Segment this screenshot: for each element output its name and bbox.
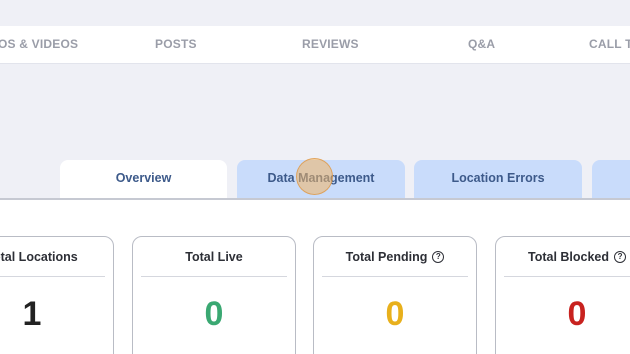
card-title: Total Live (141, 237, 287, 277)
app-stage: OS & VIDEOS POSTS REVIEWS Q&A CALL TR Ov… (0, 0, 630, 354)
nav-item-photos-videos[interactable]: OS & VIDEOS (0, 26, 78, 64)
card-total-locations: Total Locations 1 (0, 236, 114, 354)
nav-item-reviews[interactable]: REVIEWS (302, 26, 359, 64)
help-icon[interactable]: ? (432, 250, 445, 263)
card-title-text: Total Live (185, 249, 243, 264)
nav-item-posts[interactable]: POSTS (155, 26, 197, 64)
card-title-text: Total Pending (345, 249, 428, 264)
card-value: 1 (22, 295, 42, 333)
tab-location-errors[interactable]: Location Errors (414, 160, 582, 198)
card-title: Total Locations (0, 237, 105, 277)
nav-item-call-tracking[interactable]: CALL TR (589, 26, 630, 64)
card-total-pending: Total Pending ? 0 (313, 236, 477, 354)
card-total-live: Total Live 0 (132, 236, 296, 354)
tab-next[interactable] (592, 160, 630, 198)
tab-location-errors-label: Location Errors (451, 171, 545, 185)
card-value: 0 (385, 295, 405, 333)
nav-item-qa[interactable]: Q&A (468, 26, 495, 64)
tab-overview-label: Overview (115, 171, 172, 185)
card-title: Total Blocked ? (504, 237, 630, 277)
card-title: Total Pending ? (322, 237, 468, 277)
top-nav: OS & VIDEOS POSTS REVIEWS Q&A CALL TR (0, 26, 630, 64)
cursor-highlight (296, 158, 333, 195)
tab-overview[interactable]: Overview (60, 160, 227, 198)
card-value: 0 (567, 295, 587, 333)
help-icon[interactable]: ? (614, 250, 627, 263)
card-total-blocked: Total Blocked ? 0 (495, 236, 630, 354)
card-title-text: Total Blocked (527, 249, 610, 264)
card-value: 0 (204, 295, 224, 333)
card-title-text: Total Locations (0, 249, 78, 264)
